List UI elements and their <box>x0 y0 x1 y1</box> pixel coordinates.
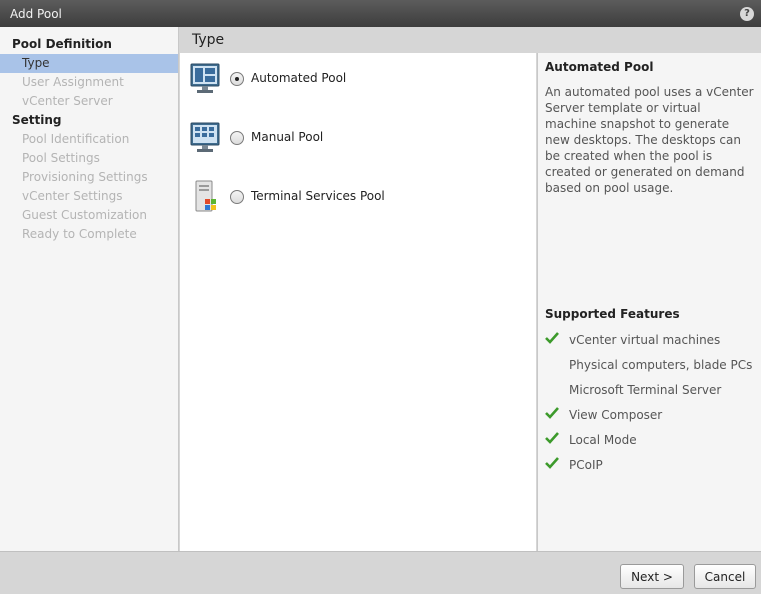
manual-pool-label: Manual Pool <box>251 130 324 144</box>
info-description: An automated pool uses a vCenter Server … <box>545 85 754 195</box>
checkmark-icon <box>545 407 559 419</box>
info-panel: Automated Pool An automated pool uses a … <box>537 53 761 551</box>
option-automated-pool[interactable]: Automated Pool <box>180 62 536 96</box>
automated-pool-icon <box>190 63 220 93</box>
sidebar-item-pool-identification: Pool Identification <box>22 132 130 146</box>
option-manual-pool[interactable]: Manual Pool <box>180 121 536 155</box>
sidebar-item-provisioning-settings: Provisioning Settings <box>22 170 148 184</box>
sidebar-item-ready-to-complete: Ready to Complete <box>22 227 137 241</box>
manual-pool-icon <box>190 122 220 152</box>
checkmark-icon <box>545 432 559 444</box>
sidebar-heading-pool-definition: Pool Definition <box>12 37 112 51</box>
feature-label: vCenter virtual machines <box>569 333 721 347</box>
automated-pool-label: Automated Pool <box>251 71 347 85</box>
automated-pool-radio[interactable] <box>230 72 244 86</box>
manual-pool-radio[interactable] <box>230 131 244 145</box>
sidebar-item-guest-customization: Guest Customization <box>22 208 148 222</box>
window-title: Add Pool <box>10 7 62 21</box>
checkmark-icon <box>545 457 559 469</box>
sidebar-item-vcenter-settings: vCenter Settings <box>22 189 123 203</box>
terminal-services-pool-label: Terminal Services Pool <box>251 189 385 203</box>
feature-item: vCenter virtual machines <box>545 330 759 350</box>
feature-label: Physical computers, blade PCs <box>569 358 753 372</box>
feature-item: View Composer <box>545 405 759 425</box>
option-terminal-services-pool[interactable]: Terminal Services Pool <box>180 180 536 214</box>
sidebar-item-vcenter-server: vCenter Server <box>22 94 113 108</box>
sidebar-item-type[interactable]: Type <box>0 54 178 73</box>
feature-label: View Composer <box>569 408 663 422</box>
features-title: Supported Features <box>545 307 680 321</box>
feature-label: Local Mode <box>569 433 637 447</box>
dialog-footer: Next > Cancel <box>0 551 761 594</box>
feature-item: Local Mode <box>545 430 759 450</box>
wizard-sidebar: Pool Definition Type User Assignment vCe… <box>0 27 179 551</box>
checkmark-icon <box>545 332 559 344</box>
terminal-services-pool-radio[interactable] <box>230 190 244 204</box>
sidebar-heading-setting: Setting <box>12 113 62 127</box>
feature-label: PCoIP <box>569 458 603 472</box>
cancel-button[interactable]: Cancel <box>694 564 756 589</box>
feature-label: Microsoft Terminal Server <box>569 383 722 397</box>
feature-item: Physical computers, blade PCs <box>545 355 759 375</box>
info-title: Automated Pool <box>545 60 654 74</box>
window-titlebar: Add Pool ? <box>0 0 761 27</box>
terminal-server-icon <box>195 180 216 212</box>
sidebar-item-user-assignment: User Assignment <box>22 75 124 89</box>
next-button[interactable]: Next > <box>620 564 684 589</box>
pool-type-panel: Automated Pool Manual Pool Terminal Serv… <box>180 53 536 551</box>
feature-item: PCoIP <box>545 455 759 475</box>
feature-item: Microsoft Terminal Server <box>545 380 759 400</box>
sidebar-item-pool-settings: Pool Settings <box>22 151 100 165</box>
section-header: Type <box>180 28 761 53</box>
help-icon[interactable]: ? <box>740 7 754 21</box>
